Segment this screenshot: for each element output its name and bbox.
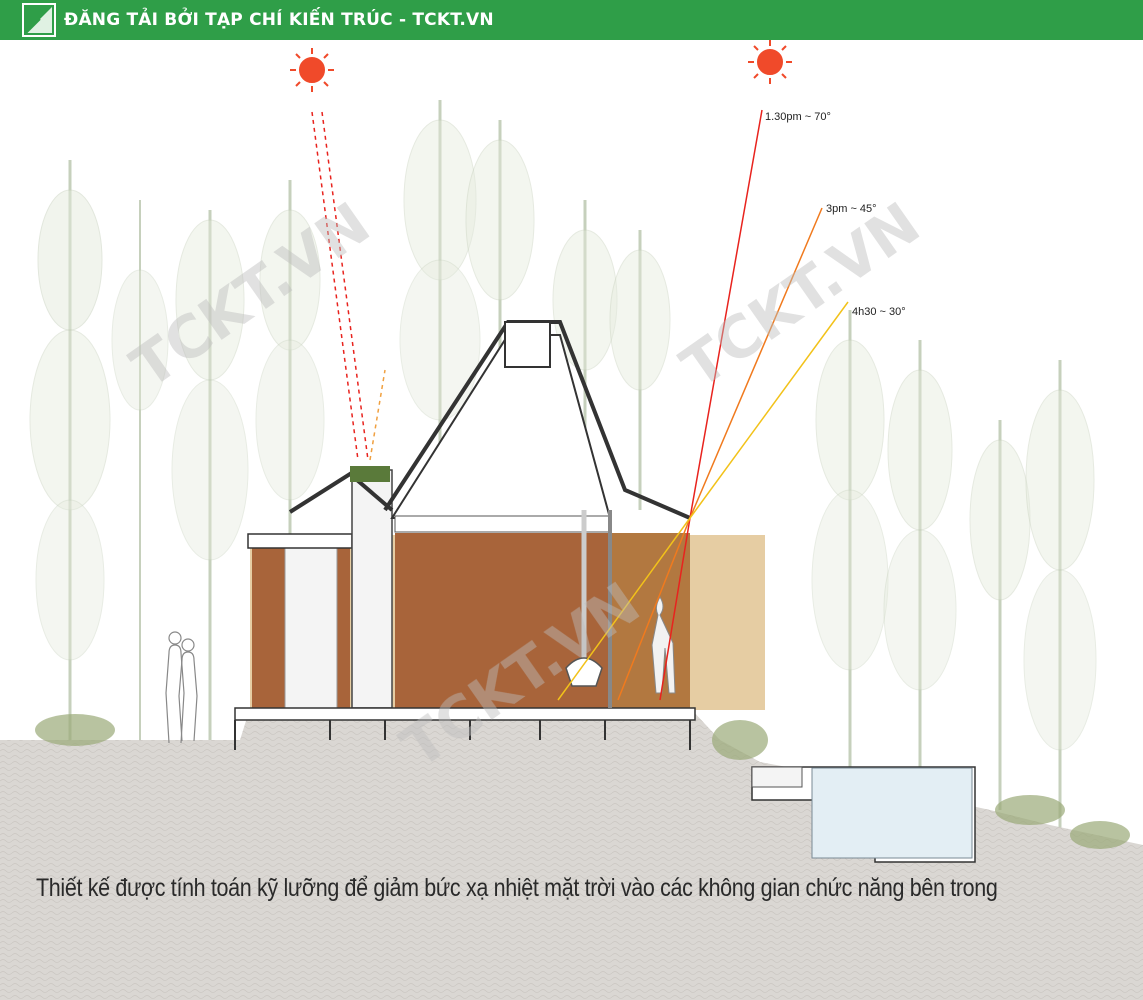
tckt-logo-icon [22,3,56,37]
angle-label-30: 4h30 ~ 30° [852,306,906,318]
sun-right-icon [748,40,792,84]
angle-label-70: 1.30pm ~ 70° [765,111,831,123]
watermark-right: TCKT.VN [669,189,932,401]
caption-text: Thiết kế được tính toán kỹ lưỡng để giảm… [36,874,998,902]
sun-left-icon [290,48,334,92]
banner-title: ĐĂNG TẢI BỞI TẠP CHÍ KIẾN TRÚC - TCKT.VN [64,10,494,30]
reflected-ray [369,369,386,461]
section-diagram: 1.30pm ~ 70° 3pm ~ 45° 4h30 ~ 30° TCKT.V… [0,40,1143,1000]
top-banner: ĐĂNG TẢI BỞI TẠP CHÍ KIẾN TRÚC - TCKT.VN [0,0,1143,40]
